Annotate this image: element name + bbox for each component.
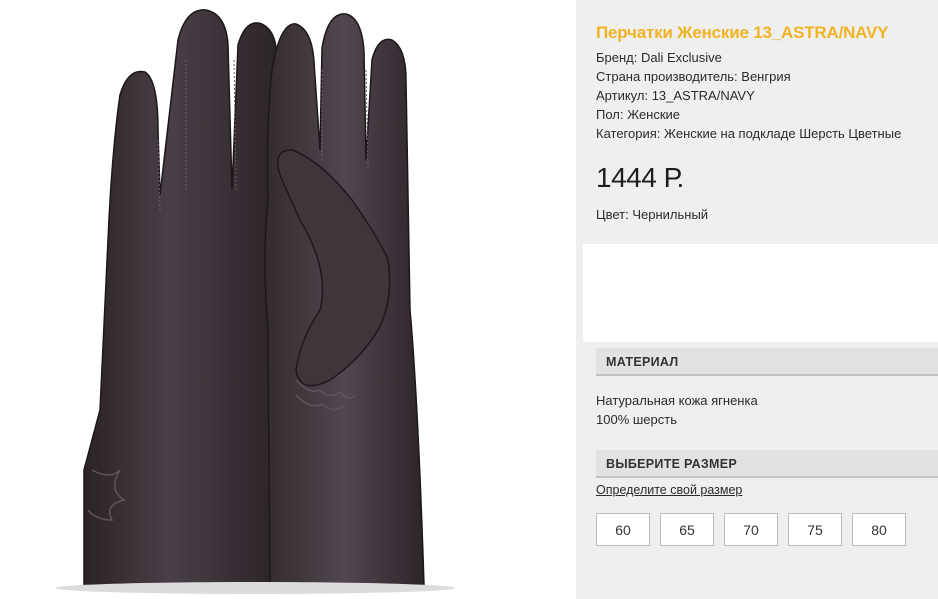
- size-option-75[interactable]: 75: [788, 513, 842, 546]
- product-color: Цвет: Чернильный: [596, 207, 709, 222]
- product-photo-gloves: [55, 9, 455, 594]
- size-options: 60 65 70 75 80: [596, 513, 906, 546]
- blank-content-area: [583, 244, 938, 342]
- spec-brand: Бренд: Dali Exclusive: [596, 50, 722, 65]
- product-info-panel: Перчатки Женские 13_ASTRA/NAVY Бренд: Da…: [576, 0, 938, 599]
- spec-category: Категория: Женские на подкладе Шерсть Цв…: [596, 126, 902, 141]
- size-section-header: ВЫБЕРИТЕ РАЗМЕР: [596, 450, 938, 478]
- size-option-60[interactable]: 60: [596, 513, 650, 546]
- size-option-70[interactable]: 70: [724, 513, 778, 546]
- product-specs: Бренд: Dali Exclusive Страна производите…: [596, 48, 901, 143]
- material-section-header: МАТЕРИАЛ: [596, 348, 938, 376]
- spec-gender: Пол: Женские: [596, 107, 681, 122]
- size-option-80[interactable]: 80: [852, 513, 906, 546]
- size-guide-link[interactable]: Определите свой размер: [596, 483, 742, 497]
- product-price: 1444 Р.: [596, 162, 684, 193]
- material-description: Натуральная кожа ягненка 100% шерсть: [596, 391, 758, 429]
- product-title: Перчатки Женские 13_ASTRA/NAVY: [596, 23, 889, 42]
- material-line: 100% шерсть: [596, 412, 677, 427]
- size-header-label: ВЫБЕРИТЕ РАЗМЕР: [606, 457, 738, 471]
- spec-country: Страна производитель: Венгрия: [596, 69, 791, 84]
- material-header-label: МАТЕРИАЛ: [606, 355, 679, 369]
- product-image-pane: [0, 0, 576, 599]
- size-option-65[interactable]: 65: [660, 513, 714, 546]
- material-line: Натуральная кожа ягненка: [596, 393, 758, 408]
- spec-article: Артикул: 13_ASTRA/NAVY: [596, 88, 755, 103]
